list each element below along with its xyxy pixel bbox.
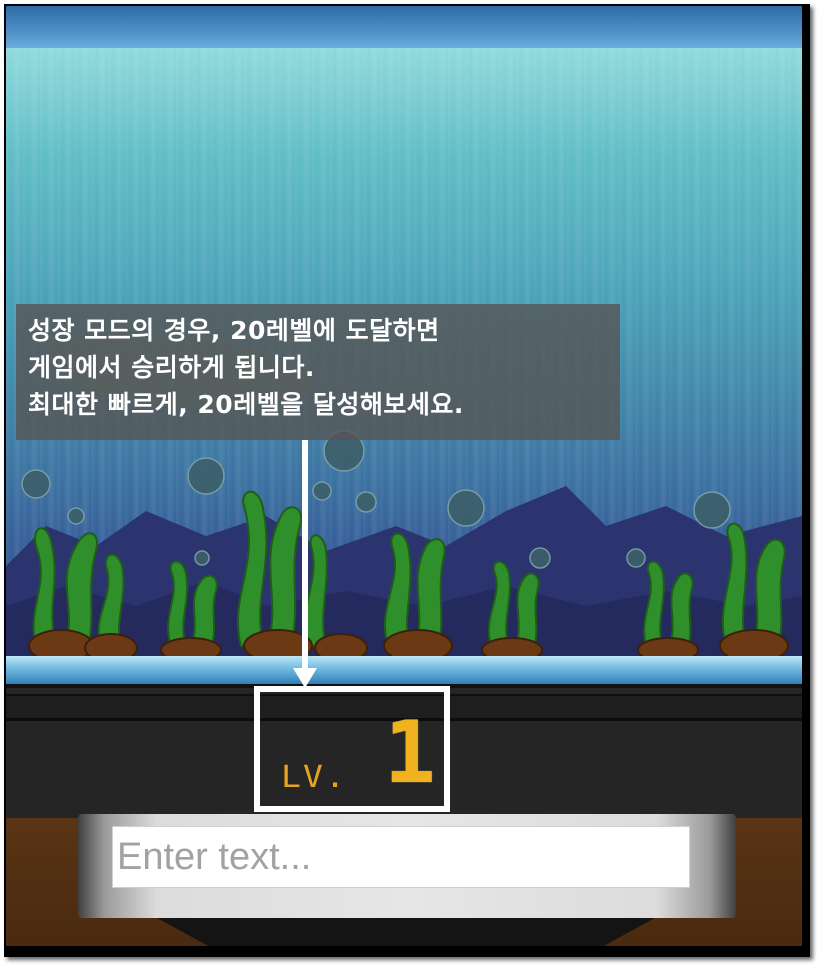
- arrow-down-icon: [302, 440, 308, 672]
- tutorial-tooltip: 성장 모드의 경우, 20레벨에 도달하면 게임에서 승리하게 됩니다. 최대한…: [16, 304, 620, 440]
- tutorial-line-1: 성장 모드의 경우, 20레벨에 도달하면: [28, 316, 440, 345]
- bubble: [312, 481, 332, 501]
- seaweed-plant: [514, 572, 540, 647]
- tutorial-line-3: 최대한 빠르게, 20레벨을 달성해보세요.: [28, 390, 464, 419]
- bubble: [355, 491, 377, 513]
- chat-text-input[interactable]: [112, 826, 690, 888]
- bubble: [529, 547, 551, 569]
- bubble: [626, 548, 646, 568]
- tutorial-line-2: 게임에서 승리하게 됩니다.: [28, 353, 315, 382]
- bubble: [187, 457, 225, 495]
- bubble: [693, 491, 731, 529]
- seaweed-plant: [668, 572, 694, 647]
- bubble: [194, 550, 210, 566]
- tank-rim: [6, 656, 802, 684]
- bubble: [67, 507, 85, 525]
- level-highlight-box: [254, 686, 450, 812]
- arrow-head-icon: [293, 668, 317, 688]
- bubble: [447, 489, 485, 527]
- bubble: [21, 469, 51, 499]
